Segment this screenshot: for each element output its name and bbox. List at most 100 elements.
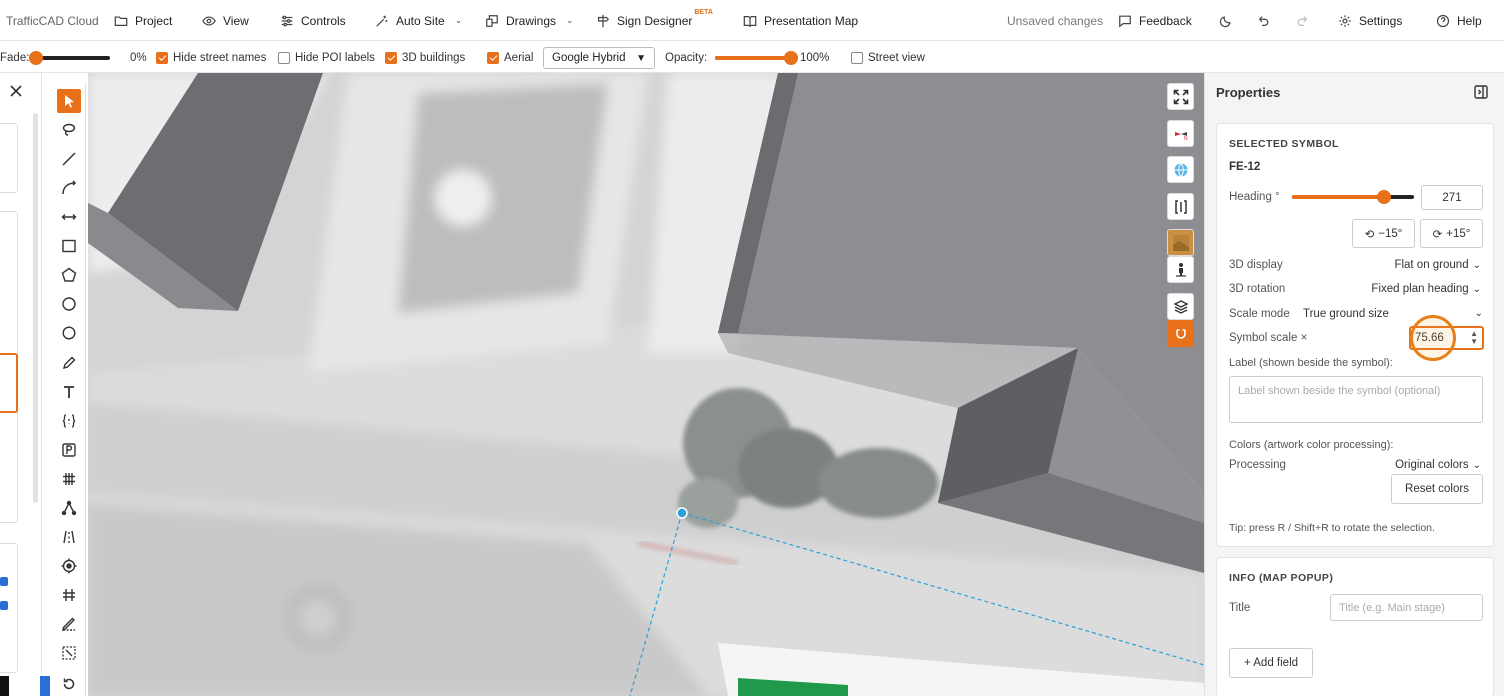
menu-drawings-label: Drawings	[506, 13, 557, 28]
processing-select[interactable]: Original colors ⌄	[1395, 459, 1481, 471]
globe-view-button[interactable]	[1167, 156, 1194, 183]
arc-tool-button[interactable]	[57, 176, 81, 200]
hide-street-names-checkbox[interactable]	[156, 51, 168, 64]
info-popup-card: INFO (MAP POPUP) Title Title (e.g. Main …	[1216, 557, 1494, 696]
left-panel-scrollbar[interactable]	[33, 113, 38, 503]
left-panel-checkbox[interactable]	[0, 577, 8, 586]
drawings-icon	[485, 14, 499, 28]
globe-icon	[1174, 162, 1187, 177]
heading-slider[interactable]	[1292, 190, 1414, 204]
target-tool-button[interactable]	[57, 554, 81, 578]
close-icon[interactable]	[9, 84, 23, 98]
street-view-toggle[interactable]: Street view	[851, 42, 925, 73]
map-canvas[interactable]	[88, 73, 1204, 696]
spinner-arrows-icon[interactable]: ▲ ▼	[1470, 330, 1478, 346]
settings-button[interactable]: Settings	[1338, 0, 1402, 41]
gear-icon	[1338, 14, 1352, 28]
menu-view[interactable]: View	[202, 0, 249, 41]
buildings-3d-toggle[interactable]: 3D buildings	[385, 42, 465, 73]
menu-controls[interactable]: Controls	[280, 0, 346, 41]
layers-button[interactable]	[1167, 293, 1194, 320]
label-field-label: Label (shown beside the symbol):	[1229, 357, 1393, 369]
reset-colors-button[interactable]: Reset colors	[1391, 474, 1483, 504]
fade-slider[interactable]	[29, 51, 110, 65]
menu-project-label: Project	[135, 13, 173, 28]
theme-toggle-button[interactable]	[1219, 0, 1233, 41]
info-title-input[interactable]: Title (e.g. Main stage)	[1330, 594, 1483, 621]
menu-auto-site[interactable]: Auto Site ⌄	[375, 0, 462, 41]
save-status: Unsaved changes	[1007, 13, 1104, 28]
node-tool-button[interactable]	[57, 496, 81, 520]
menu-project[interactable]: Project	[114, 0, 172, 41]
scale-mode-select[interactable]: True ground size ⌄	[1303, 308, 1483, 320]
info-section-title: INFO (MAP POPUP)	[1229, 572, 1334, 584]
left-panel-selected-item[interactable]	[0, 353, 18, 413]
basemap-select[interactable]: Google Hybrid ▼	[543, 47, 655, 69]
parking-tool-button[interactable]	[57, 438, 81, 462]
rotate-minus-15-button[interactable]: ⟲ −15°	[1352, 219, 1415, 248]
aerial-checkbox[interactable]	[487, 51, 499, 64]
redo-button[interactable]	[1296, 0, 1310, 41]
ellipse-tool-button[interactable]	[57, 321, 81, 345]
menu-presentation-map[interactable]: Presentation Map	[743, 0, 858, 41]
rotate-plus-15-button[interactable]: ⟳ +15°	[1420, 219, 1483, 248]
display-3d-label: 3D display	[1229, 259, 1283, 271]
crosswalk-tool-button[interactable]	[57, 583, 81, 607]
rotation-3d-select[interactable]: Fixed plan heading ⌄	[1371, 283, 1481, 295]
hide-street-names-toggle[interactable]: Hide street names	[156, 42, 266, 73]
fade-slider-handle[interactable]	[29, 51, 43, 65]
polygon-tool-button[interactable]	[57, 263, 81, 287]
area-select-tool-button[interactable]	[57, 641, 81, 665]
collapse-panel-button[interactable]	[1473, 84, 1489, 100]
display-3d-select[interactable]: Flat on ground ⌄	[1394, 259, 1481, 271]
line-tool-button[interactable]	[57, 147, 81, 171]
heading-input[interactable]: 271	[1421, 185, 1483, 210]
signpost-icon	[596, 14, 610, 28]
buildings-3d-checkbox[interactable]	[385, 51, 397, 64]
left-panel-blue-block	[40, 676, 50, 696]
add-field-button[interactable]: + Add field	[1229, 648, 1313, 678]
rectangle-tool-button[interactable]	[57, 234, 81, 258]
undo-button[interactable]	[1256, 0, 1270, 41]
aerial-toggle[interactable]: Aerial	[487, 42, 533, 73]
select-tool-button[interactable]	[57, 89, 81, 113]
opacity-slider[interactable]	[715, 51, 798, 65]
help-button[interactable]: Help	[1436, 0, 1482, 41]
street-view-checkbox[interactable]	[851, 51, 863, 64]
fullscreen-button[interactable]	[1167, 83, 1194, 110]
hide-poi-labels-toggle[interactable]: Hide POI labels	[278, 42, 375, 73]
opacity-slider-handle[interactable]	[784, 51, 798, 65]
hide-poi-labels-checkbox[interactable]	[278, 51, 290, 64]
compass-button[interactable]: N	[1167, 120, 1194, 147]
parking-icon	[62, 443, 76, 457]
circle-tool-button[interactable]	[57, 292, 81, 316]
map-options-bar: Fade: 0% Hide street names Hide POI labe…	[0, 42, 1504, 73]
dimension-tool-button[interactable]	[57, 205, 81, 229]
basemap-thumbnail-button[interactable]	[1167, 229, 1194, 256]
marker-tool-button[interactable]	[57, 612, 81, 636]
heading-slider-handle[interactable]	[1376, 190, 1391, 204]
pencil-tool-button[interactable]	[57, 351, 81, 375]
menu-sign-designer[interactable]: Sign DesignerBETA	[596, 0, 713, 41]
road-tool-button[interactable]	[57, 525, 81, 549]
menu-drawings[interactable]: Drawings ⌄	[485, 0, 574, 41]
menu-sign-designer-label: Sign Designer	[617, 13, 693, 28]
text-icon	[64, 386, 74, 398]
left-panel-checkbox[interactable]	[0, 601, 8, 610]
callout-tool-button[interactable]	[57, 409, 81, 433]
heading-slider-fill	[1292, 195, 1384, 199]
street-view-pegman-button[interactable]	[1167, 256, 1194, 283]
undo-icon	[1256, 14, 1270, 28]
feedback-button[interactable]: Feedback	[1118, 0, 1192, 41]
rotate-tool-button[interactable]	[57, 672, 81, 696]
snap-toggle-button[interactable]	[1167, 320, 1194, 347]
hatch-tool-button[interactable]	[57, 467, 81, 491]
chevron-down-icon: ⌄	[1472, 284, 1481, 295]
rotate-icon	[63, 678, 75, 690]
split-view-button[interactable]	[1167, 193, 1194, 220]
help-label: Help	[1457, 13, 1482, 28]
text-tool-button[interactable]	[57, 380, 81, 404]
lasso-tool-button[interactable]	[57, 118, 81, 142]
symbol-label-textarea[interactable]: Label shown beside the symbol (optional)	[1229, 376, 1483, 423]
opacity-label: Opacity:	[665, 51, 708, 64]
